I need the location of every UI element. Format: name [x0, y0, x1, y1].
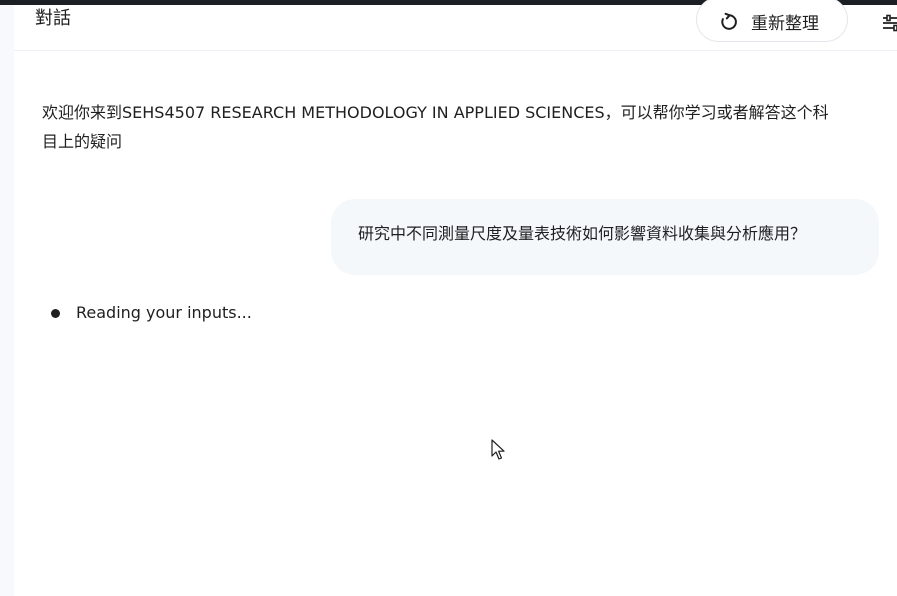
mouse-pointer-icon	[491, 439, 505, 461]
refresh-label: 重新整理	[751, 14, 819, 34]
chat-title: 對話	[35, 8, 71, 29]
refresh-button[interactable]: 重新整理	[696, 0, 848, 42]
refresh-icon	[719, 12, 739, 32]
status-row: Reading your inputs...	[51, 302, 252, 324]
left-gutter	[0, 5, 14, 596]
tune-icon[interactable]	[882, 13, 897, 33]
user-message-bubble: 研究中不同測量尺度及量表技術如何影響資料收集與分析應用？	[331, 199, 879, 275]
status-bullet	[51, 308, 60, 318]
chat-header: 對話 重新整理	[14, 0, 897, 51]
welcome-message: 欢迎你来到SEHS4507 RESEARCH METHODOLOGY IN AP…	[42, 103, 829, 151]
user-message-text: 研究中不同測量尺度及量表技術如何影響資料收集與分析應用？	[358, 224, 807, 243]
chat-panel: 對話 重新整理 欢迎你来到SEHS4507 RESEARCH METHODOLO…	[14, 0, 897, 596]
status-text: Reading your inputs...	[76, 303, 252, 322]
